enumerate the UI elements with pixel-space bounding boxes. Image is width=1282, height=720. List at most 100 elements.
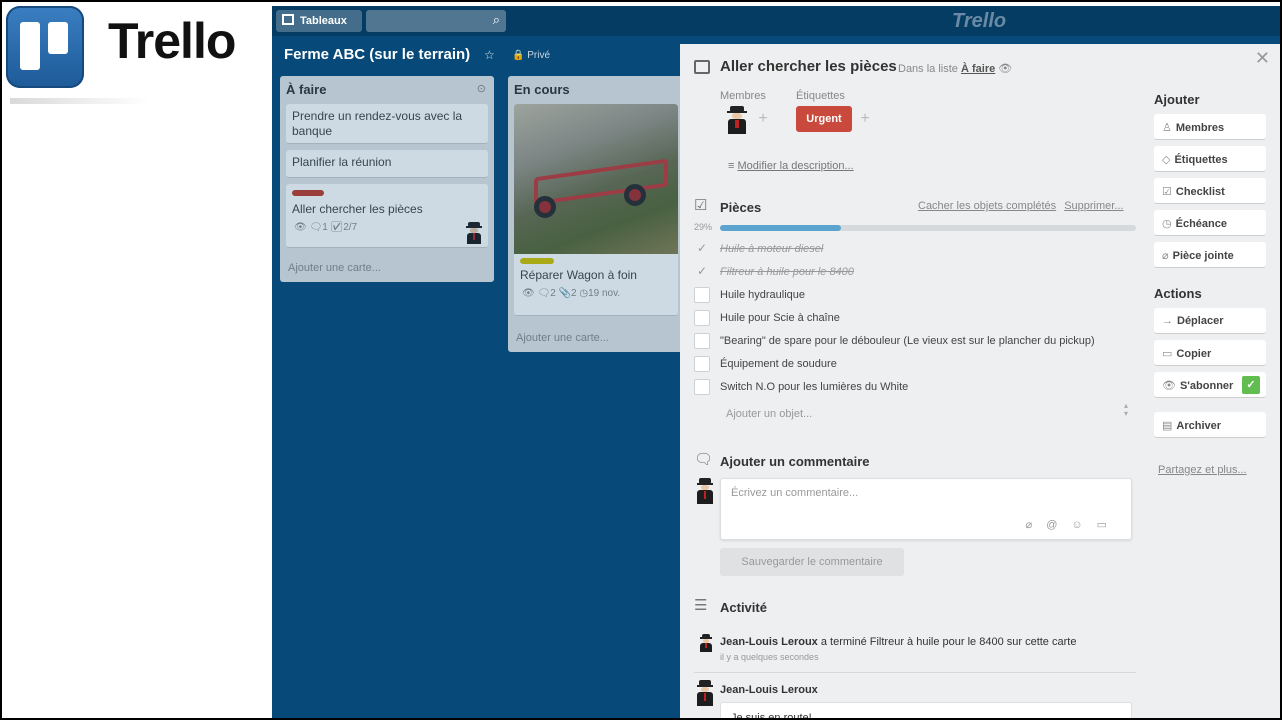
checkbox[interactable]	[694, 356, 710, 372]
progress-fill	[720, 225, 841, 231]
checklist-title[interactable]: Pièces	[720, 200, 761, 215]
emoji-icon[interactable]: ☺	[1071, 519, 1096, 531]
due-date-button[interactable]: ◷ Échéance	[1154, 210, 1266, 236]
checklist-item-text: Filtreur à huile pour le 8400	[720, 266, 854, 278]
list-a-faire: À faire ⊙ Prendre un rendez-vous avec la…	[280, 76, 494, 282]
labels-button[interactable]: ◇ Étiquettes	[1154, 146, 1266, 172]
activity-user[interactable]: Jean-Louis Leroux	[720, 636, 818, 648]
checklist-button[interactable]: ☑ Checklist	[1154, 178, 1266, 204]
add-label-icon[interactable]: +	[854, 108, 876, 130]
card-detail-title[interactable]: Aller chercher les pièces	[720, 58, 897, 75]
button-label: Échéance	[1175, 218, 1227, 230]
search-input[interactable]: ⌕	[366, 10, 506, 32]
checklist-item[interactable]: ✓ Huile à moteur diesel	[694, 240, 1134, 260]
checklist-item-text: Huile hydraulique	[720, 289, 805, 301]
add-card-link[interactable]: Ajouter une carte...	[288, 262, 381, 274]
attachment-button[interactable]: ⌀ Pièce jointe	[1154, 242, 1266, 268]
checkbox[interactable]	[694, 287, 710, 303]
star-icon[interactable]: ☆	[484, 48, 495, 62]
checklist-item[interactable]: "Bearing" de spare pour le débouleur (Le…	[694, 332, 1134, 352]
button-label: Pièce jointe	[1172, 250, 1234, 262]
brand-logo[interactable]: Trello	[952, 10, 1006, 33]
card-detail-modal: ✕ Aller chercher les pièces Dans la list…	[680, 44, 1280, 718]
edit-description-link[interactable]: ≡ Modifier la description...	[728, 160, 854, 172]
search-icon[interactable]: ⌕	[493, 12, 500, 28]
checkbox[interactable]	[694, 333, 710, 349]
header-bar: Tableaux ⌕ Trello	[272, 6, 1280, 36]
checklist-item[interactable]: ✓ Filtreur à huile pour le 8400	[694, 263, 1134, 283]
move-button[interactable]: → Déplacer	[1154, 308, 1266, 334]
close-icon[interactable]: ✕	[1255, 48, 1270, 69]
checkbox-checked[interactable]: ✓	[694, 241, 710, 257]
button-label: Membres	[1175, 122, 1225, 134]
checklist-icon: ☑	[694, 197, 708, 214]
comment-icon: 🗨	[537, 288, 551, 299]
activity-avatar[interactable]	[698, 634, 714, 652]
logo-shadow	[10, 98, 150, 104]
members-label: Membres	[720, 90, 766, 102]
card-link-icon[interactable]: ▭	[1097, 519, 1121, 531]
list-menu-icon[interactable]: ⊙	[477, 82, 486, 95]
boards-button[interactable]: Tableaux	[276, 10, 362, 32]
card-title: Prendre un rendez-vous avec la banque	[292, 109, 463, 138]
in-list-info: Dans la liste À faire 👁	[898, 62, 1012, 75]
checkbox[interactable]	[694, 310, 710, 326]
label-urgent[interactable]: Urgent	[796, 106, 852, 132]
activity-time[interactable]: il y a quelques secondes	[720, 652, 819, 662]
checkbox-checked[interactable]: ✓	[694, 264, 710, 280]
list-card[interactable]: Planifier la réunion	[286, 150, 488, 178]
list-title[interactable]: En cours	[514, 82, 570, 97]
checklist-item[interactable]: Huile pour Scie à chaîne	[694, 309, 1134, 329]
paperclip-icon: ⌀	[1162, 250, 1169, 262]
add-member-icon[interactable]: +	[752, 108, 774, 130]
checkbox[interactable]	[694, 379, 710, 395]
button-label: Déplacer	[1177, 315, 1224, 327]
button-label: Archiver	[1176, 420, 1222, 432]
save-comment-button[interactable]: Sauvegarder le commentaire	[720, 548, 904, 576]
list-card[interactable]: Aller chercher les pièces 👁 🗨1 ☑2/7	[286, 184, 488, 248]
reorder-arrows-icon[interactable]: ▴ ▾	[1124, 402, 1128, 418]
visibility-button[interactable]: 🔒 Privé	[512, 50, 550, 61]
avatar[interactable]	[464, 222, 484, 244]
add-item-input[interactable]: Ajouter un objet...	[726, 408, 812, 420]
attach-icon[interactable]: ⌀	[1026, 519, 1047, 531]
checklist-item[interactable]: Switch N.O pour les lumières du White	[694, 378, 1134, 398]
eye-icon: 👁	[1162, 380, 1176, 392]
add-card-link[interactable]: Ajouter une carte...	[516, 332, 609, 344]
hide-completed-link[interactable]: Cacher les objets complétés	[918, 200, 1056, 212]
watch-icon: 👁	[998, 63, 1013, 75]
labels-label: Étiquettes	[796, 90, 845, 102]
checklist-item[interactable]: Huile hydraulique	[694, 286, 1134, 306]
checklist-icon: ☑	[1162, 186, 1172, 198]
archive-button[interactable]: ▤ Archiver	[1154, 412, 1266, 438]
share-more-link[interactable]: Partagez et plus...	[1158, 464, 1247, 476]
eye-icon: 👁	[522, 288, 535, 299]
list-card[interactable]: Prendre un rendez-vous avec la banque	[286, 104, 488, 144]
comment-count: 2	[550, 288, 556, 299]
actions-section-title: Actions	[1154, 286, 1202, 301]
copy-icon: ▭	[1162, 348, 1173, 360]
card-badges: 👁 🗨2 📎2 ◷19 nov.	[522, 288, 620, 299]
in-list-link[interactable]: À faire	[961, 63, 995, 75]
delete-checklist-link[interactable]: Supprimer...	[1064, 200, 1123, 212]
copy-button[interactable]: ▭ Copier	[1154, 340, 1266, 366]
subscribe-button[interactable]: 👁 S'abonner ✓	[1154, 372, 1266, 398]
card-label-yellow	[520, 258, 554, 264]
comment-input[interactable]: Écrivez un commentaire... ⌀@☺▭	[720, 478, 1132, 540]
checklist-item[interactable]: Équipement de soudure	[694, 355, 1134, 375]
activity-avatar[interactable]	[694, 680, 716, 706]
list-title[interactable]: À faire	[286, 82, 326, 97]
activity-user[interactable]: Jean-Louis Leroux	[720, 684, 818, 696]
member-avatar[interactable]	[724, 106, 750, 134]
current-user-avatar[interactable]	[694, 478, 716, 504]
list-card[interactable]: Réparer Wagon à foin 👁 🗨2 📎2 ◷19 nov.	[514, 104, 678, 316]
trello-app: Tableaux ⌕ Trello Ferme ABC (sur le terr…	[272, 6, 1280, 718]
board-title[interactable]: Ferme ABC (sur le terrain)	[284, 46, 470, 63]
list-en-cours: En cours Réparer Wagon à foin 👁 🗨2 📎2 ◷1…	[508, 76, 684, 352]
attachment-icon: 📎	[558, 288, 571, 299]
due-date: 19 nov.	[588, 288, 621, 299]
checklist-progress-bar	[720, 225, 1136, 231]
in-list-prefix: Dans la liste	[898, 63, 958, 75]
mention-icon[interactable]: @	[1046, 519, 1071, 531]
members-button[interactable]: ♙ Membres	[1154, 114, 1266, 140]
